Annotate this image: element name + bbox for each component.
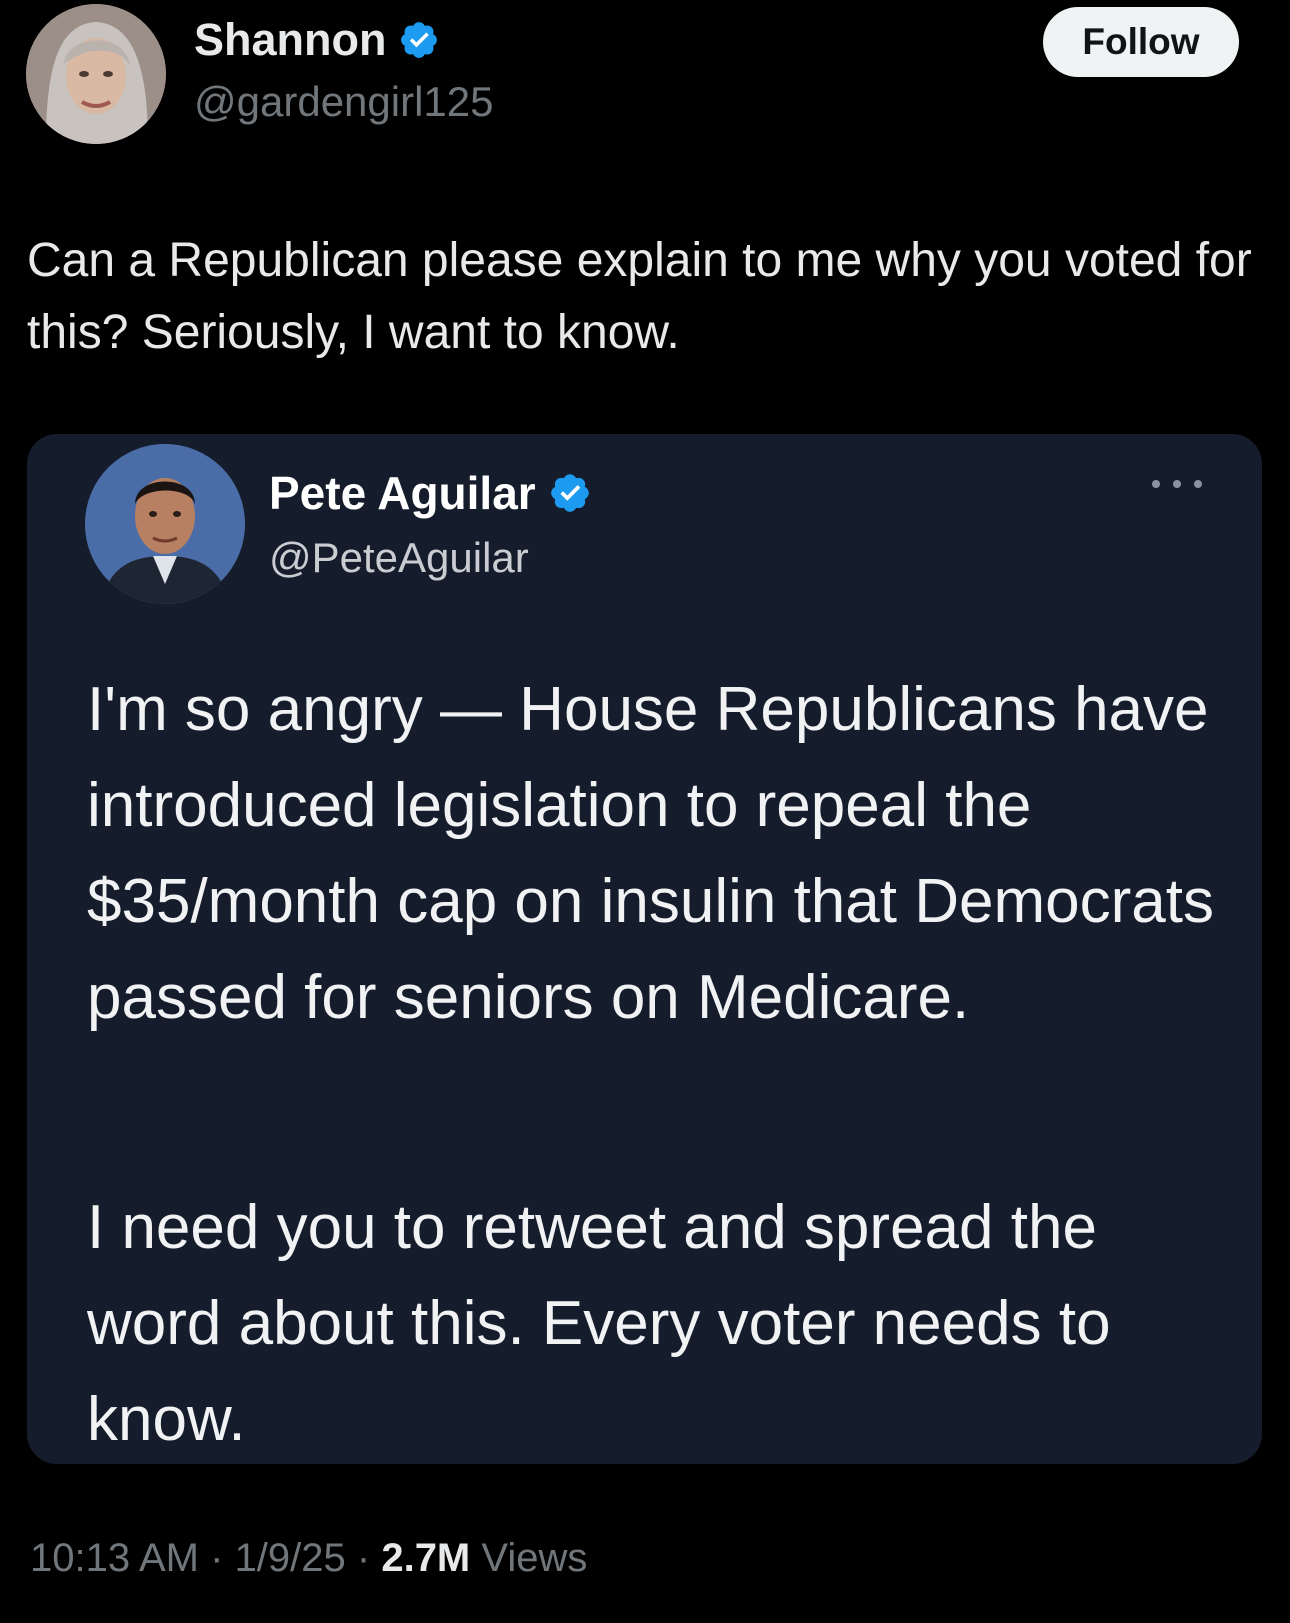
quoted-paragraph-1: I'm so angry — House Republicans have in…	[87, 675, 1214, 1032]
follow-button[interactable]: Follow	[1043, 7, 1239, 77]
views-count: 2.7M	[381, 1536, 471, 1580]
tweet-meta: 10:13 AM · 1/9/25 · 2.7M Views	[30, 1536, 587, 1581]
quoted-name-row: Pete Aguilar	[269, 466, 592, 520]
quoted-handle: @PeteAguilar	[269, 534, 529, 581]
author-avatar[interactable]	[26, 4, 166, 144]
views-label: Views	[481, 1536, 588, 1580]
meta-separator: ·	[199, 1536, 235, 1580]
verified-badge-icon	[398, 19, 440, 61]
tweet-header: Shannon @gardengirl125 Follow	[0, 0, 1290, 160]
author-avatar-image	[26, 4, 166, 144]
quoted-avatar-image	[85, 444, 245, 604]
quoted-author-avatar[interactable]	[85, 444, 245, 604]
verified-badge-icon	[548, 471, 592, 515]
quoted-tweet-card[interactable]: Pete Aguilar @PeteAguilar I'm so angry —…	[27, 434, 1262, 1464]
meta-separator: ·	[345, 1536, 382, 1580]
quoted-display-name: Pete Aguilar	[269, 467, 536, 519]
quoted-paragraph-2: I need you to retweet and spread the wor…	[87, 1193, 1111, 1454]
author-display-name[interactable]: Shannon	[194, 14, 386, 66]
tweet-text: Can a Republican please explain to me wh…	[27, 234, 1252, 359]
tweet-time[interactable]: 10:13 AM	[30, 1536, 199, 1580]
tweet-date[interactable]: 1/9/25	[235, 1536, 346, 1580]
more-dot	[1173, 480, 1181, 488]
more-options-icon[interactable]	[1152, 474, 1202, 494]
more-dot	[1194, 480, 1202, 488]
author-name-row: Shannon	[194, 14, 440, 66]
author-handle[interactable]: @gardengirl125	[194, 78, 494, 126]
more-dot	[1152, 480, 1160, 488]
